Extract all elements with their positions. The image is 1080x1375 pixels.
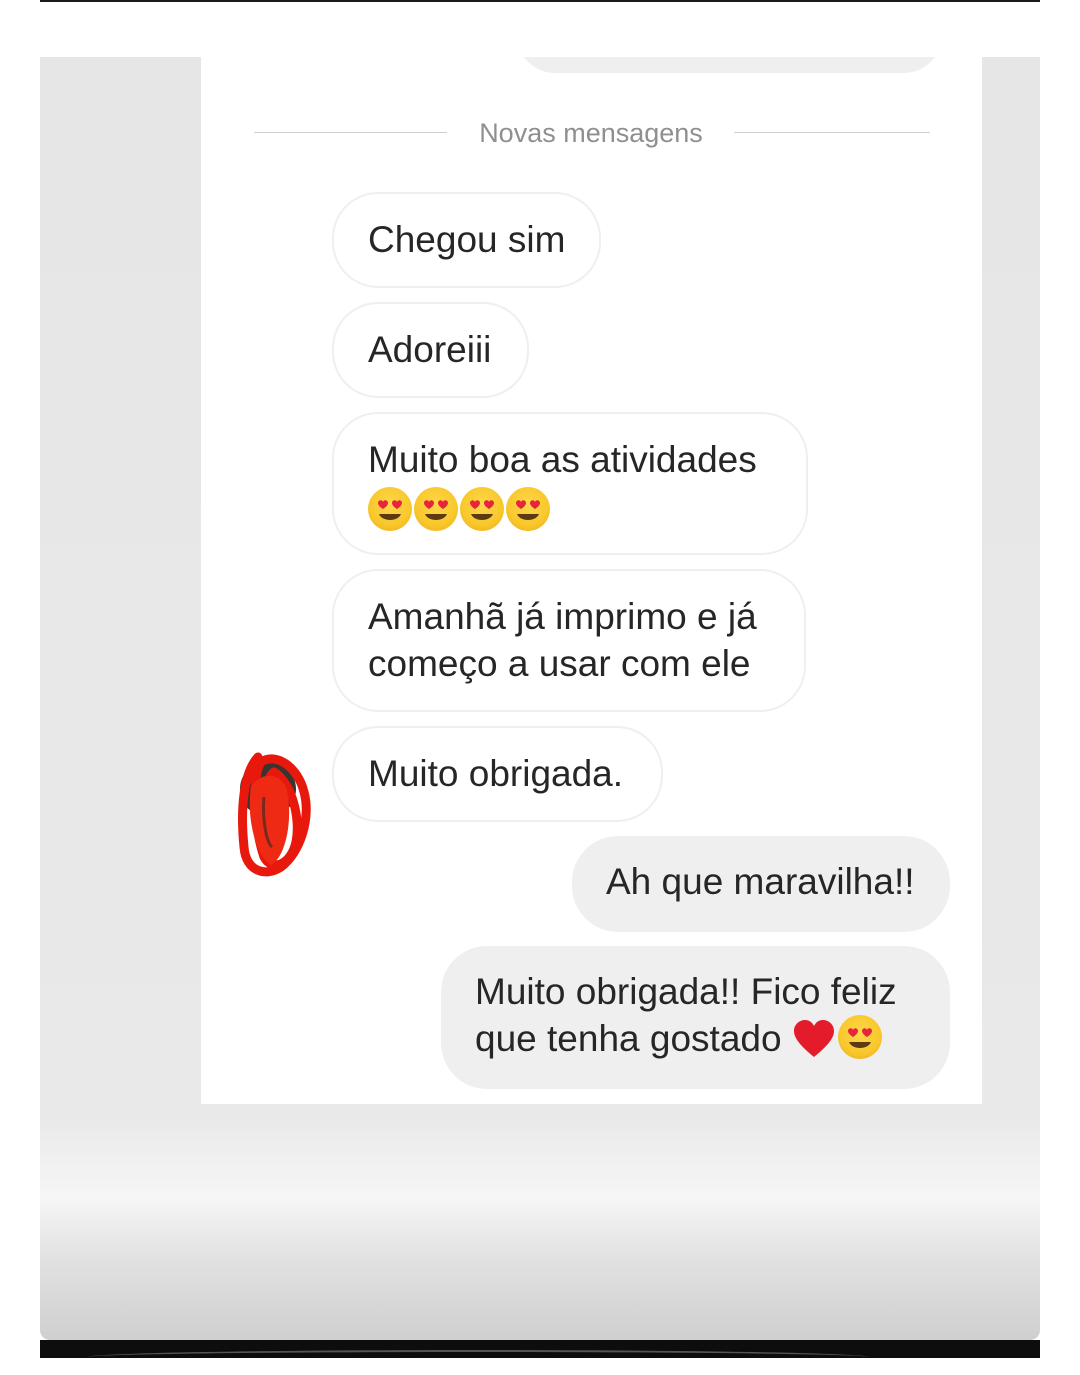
message-text: Muito boa as atividades <box>368 439 757 480</box>
message-text: que tenha gostado <box>475 1018 782 1059</box>
message-text: Muito obrigada!! Fico feliz <box>475 971 897 1012</box>
red-heart-emoji-icon <box>792 1019 836 1070</box>
heart-eyes-emoji-icon <box>460 487 504 531</box>
message-text: começo a usar com ele <box>368 643 751 684</box>
message-text: Adoreiii <box>368 329 492 370</box>
chat-thread[interactable]: Novas mensagens Chegou sim Adoreiii Muit… <box>201 57 982 1104</box>
message-line-with-emoji: que tenha gostado <box>475 1015 918 1070</box>
bottom-edge-arc <box>88 1350 868 1364</box>
new-messages-divider: Novas mensagens <box>479 118 703 148</box>
outgoing-message[interactable]: Ah que maravilha!! <box>572 836 950 932</box>
message-text: Ah que maravilha!! <box>606 861 915 902</box>
previous-message-bubble[interactable] <box>517 57 942 73</box>
heart-eyes-emoji-icon <box>414 487 458 531</box>
incoming-message[interactable]: Muito obrigada. <box>332 726 663 822</box>
incoming-message[interactable]: Amanhã já imprimo e já começo a usar com… <box>332 569 806 712</box>
emoji-row <box>368 487 774 531</box>
outgoing-message[interactable]: Muito obrigada!! Fico feliz que tenha go… <box>441 946 950 1089</box>
divider-line-right <box>734 132 930 133</box>
heart-eyes-emoji-icon <box>368 487 412 531</box>
message-text: Muito obrigada. <box>368 753 624 794</box>
sender-avatar-redacted[interactable] <box>236 747 316 882</box>
incoming-message[interactable]: Muito boa as atividades <box>332 412 808 555</box>
incoming-message[interactable]: Adoreiii <box>332 302 529 398</box>
heart-eyes-emoji-icon <box>506 487 550 531</box>
top-border <box>40 0 1040 2</box>
incoming-message[interactable]: Chegou sim <box>332 192 601 288</box>
divider-line-left <box>254 132 447 133</box>
message-text: Amanhã já imprimo e já <box>368 596 757 637</box>
message-text: Chegou sim <box>368 219 566 260</box>
heart-eyes-emoji-icon <box>837 1015 882 1059</box>
